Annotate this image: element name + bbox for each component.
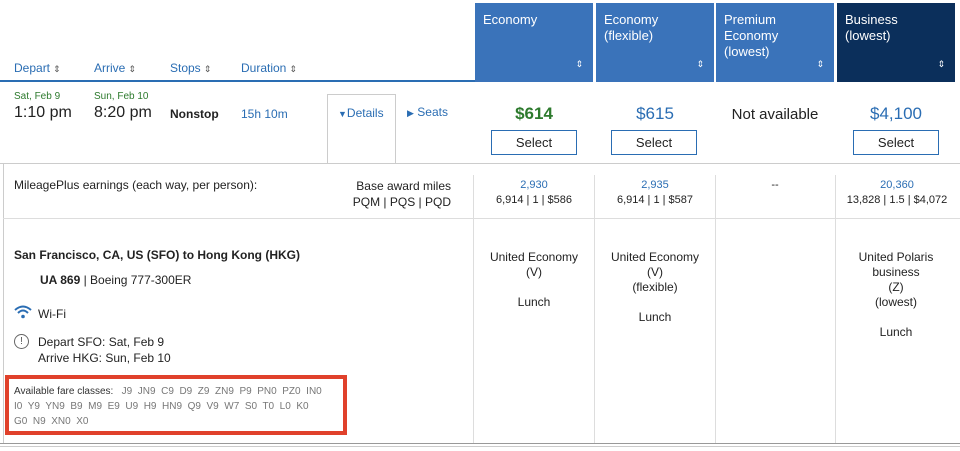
sort-duration[interactable]: Duration ⇕ [241, 61, 297, 75]
earnings-economy-flexible: 2,935 6,914 | 1 | $587 [616, 179, 694, 206]
info-icon: ! [14, 334, 29, 349]
sort-stops[interactable]: Stops ⇕ [170, 61, 211, 75]
select-business-button[interactable]: Select [853, 130, 939, 155]
price-economy: $614 [515, 104, 553, 123]
fare-header-economy[interactable]: Economy ⇕ [475, 3, 593, 82]
fare-header-economy-flexible[interactable]: Economy (flexible) ⇕ [596, 3, 714, 82]
select-economy-flexible-button[interactable]: Select [611, 130, 697, 155]
column-divider [835, 175, 836, 443]
sort-arrows-icon: ⇕ [203, 64, 212, 74]
page-bottom-divider [0, 446, 960, 447]
sort-arrive[interactable]: Arrive ⇕ [94, 61, 136, 75]
sort-arrows-icon: ⇕ [289, 64, 297, 74]
stops-value: Nonstop [170, 107, 219, 121]
earnings-header: Base award miles PQM | PQS | PQD [352, 179, 451, 209]
select-economy-button[interactable]: Select [491, 130, 577, 155]
depart-date: Sat, Feb 9 [14, 91, 61, 102]
earnings-divider [3, 218, 960, 219]
sort-depart[interactable]: Depart ⇕ [14, 61, 61, 75]
column-divider [473, 175, 474, 443]
header-divider [0, 80, 475, 82]
column-divider [715, 175, 716, 443]
flight-info: UA 869 | Boeing 777-300ER [40, 273, 192, 287]
caret-down-icon: ▼ [338, 109, 347, 119]
price-premium-economy: Not available [731, 106, 819, 123]
sort-arrows-icon: ⇕ [816, 59, 824, 69]
sort-arrows-icon: ⇕ [575, 59, 583, 69]
sort-arrows-icon: ⇕ [53, 64, 61, 74]
fare-header-premium-economy[interactable]: Premium Economy (lowest) ⇕ [716, 3, 834, 82]
earnings-business: 20,360 13,828 | 1.5 | $4,072 [846, 179, 948, 206]
depart-time: 1:10 pm [14, 104, 72, 121]
seats-link[interactable]: ▶ Seats [407, 105, 448, 119]
column-divider [594, 175, 595, 443]
details-panel-top-border [0, 163, 960, 164]
route-title: San Francisco, CA, US (SFO) to Hong Kong… [14, 248, 300, 262]
earnings-label: MileagePlus earnings (each way, per pers… [14, 178, 258, 192]
caret-right-icon: ▶ [407, 108, 414, 118]
wifi-label: Wi-Fi [38, 307, 66, 321]
arrive-date: Sun, Feb 10 [94, 91, 149, 102]
earnings-economy: 2,930 6,914 | 1 | $586 [495, 179, 573, 206]
duration-value: 15h 10m [241, 107, 288, 121]
earnings-premium-economy: -- [771, 179, 779, 191]
price-economy-flexible: $615 [636, 104, 674, 123]
depart-arrive-info: Depart SFO: Sat, Feb 9 Arrive HKG: Sun, … [38, 335, 171, 365]
sort-arrows-icon: ⇕ [937, 59, 945, 69]
arrive-time: 8:20 pm [94, 104, 152, 121]
details-panel-bottom-border [0, 443, 960, 444]
cabin-economy: United Economy (V) Lunch [489, 250, 579, 309]
sort-arrows-icon: ⇕ [128, 64, 136, 74]
cabin-economy-flexible: United Economy (V) (flexible) Lunch [610, 250, 700, 324]
sort-arrows-icon: ⇕ [696, 59, 704, 69]
details-tab[interactable]: ▼Details [327, 94, 396, 164]
details-panel-left-border [3, 163, 4, 443]
fare-classes-block: Available fare classes: J9 JN9 C9 D9 Z9 … [14, 386, 322, 427]
fare-header-business[interactable]: Business (lowest) ⇕ [837, 3, 955, 82]
price-business: $4,100 [870, 104, 922, 123]
cabin-business: United Polaris business (Z) (lowest) Lun… [858, 250, 934, 339]
wifi-icon [14, 305, 32, 324]
